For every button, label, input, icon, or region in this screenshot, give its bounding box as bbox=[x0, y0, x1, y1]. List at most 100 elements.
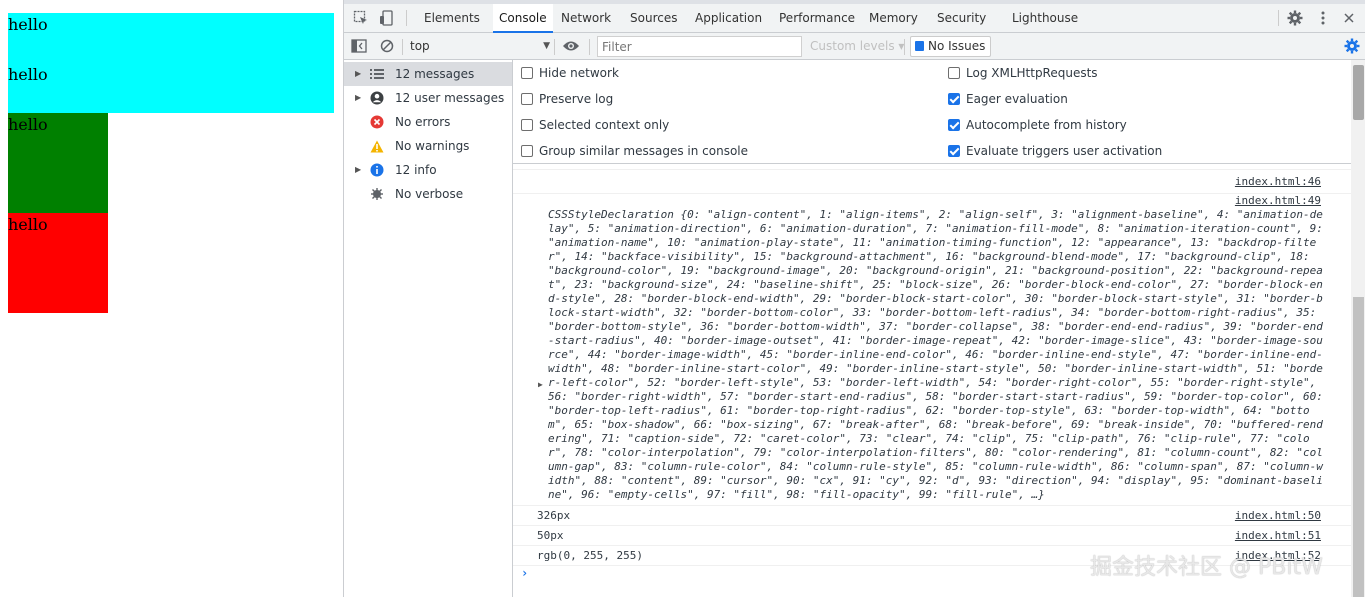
context-value: top bbox=[410, 39, 430, 53]
sidebar-item-messages[interactable]: ▶ 12 messages bbox=[344, 62, 512, 86]
sidebar-toggle-icon[interactable] bbox=[348, 35, 370, 57]
custom-levels-dropdown[interactable]: Custom levels ▾ bbox=[810, 37, 904, 56]
source-link[interactable]: index.html:49 bbox=[1235, 194, 1321, 207]
kebab-menu-icon[interactable] bbox=[1312, 7, 1334, 29]
green-box: hello bbox=[8, 113, 108, 213]
sidebar-item-label: 12 info bbox=[395, 163, 437, 177]
eye-icon[interactable] bbox=[560, 35, 582, 57]
message-text: 326px bbox=[537, 509, 571, 522]
devtools-tab-bar: Elements Console Network Sources Applica… bbox=[344, 4, 1365, 33]
sidebar-item-user-messages[interactable]: ▶ 12 user messages bbox=[344, 86, 512, 110]
clear-console-icon[interactable] bbox=[376, 35, 398, 57]
issues-button[interactable]: No Issues bbox=[910, 36, 992, 57]
console-message: 50px index.html:51 bbox=[513, 526, 1351, 546]
scroll-thumb[interactable] bbox=[1353, 297, 1364, 597]
css-style-declaration-output[interactable]: CSSStyleDeclaration {0: "align-content",… bbox=[548, 208, 1328, 502]
settings-scroll-thumb[interactable] bbox=[1353, 65, 1364, 120]
setting-label: Autocomplete from history bbox=[966, 118, 1127, 132]
context-select[interactable]: top ▼ bbox=[410, 37, 550, 56]
hello-text: hello bbox=[8, 215, 48, 234]
console-scrollbar[interactable] bbox=[1351, 60, 1365, 597]
sidebar-item-errors[interactable]: No errors bbox=[344, 110, 512, 134]
tab-security[interactable]: Security bbox=[935, 4, 988, 32]
checkbox-checked[interactable] bbox=[948, 93, 960, 105]
setting-label: Preserve log bbox=[539, 92, 614, 106]
tab-memory[interactable]: Memory bbox=[867, 4, 920, 32]
tab-sources[interactable]: Sources bbox=[628, 4, 679, 32]
tab-application[interactable]: Application bbox=[693, 4, 764, 32]
setting-label: Hide network bbox=[539, 66, 619, 80]
filter-input[interactable] bbox=[597, 36, 802, 57]
source-link[interactable]: index.html:50 bbox=[1235, 509, 1321, 522]
watermark: 掘金技术社区 @ PBitW bbox=[1090, 555, 1323, 580]
setting-label: Group similar messages in console bbox=[539, 144, 748, 158]
tab-divider bbox=[1278, 10, 1279, 26]
cyan-box: hello hello bbox=[8, 13, 334, 113]
sidebar-item-label: 12 messages bbox=[395, 67, 475, 81]
hello-text: hello bbox=[8, 65, 48, 84]
hello-text: hello bbox=[8, 115, 48, 134]
checkbox-checked[interactable] bbox=[948, 119, 960, 131]
clipped-message-row bbox=[513, 164, 1351, 170]
settings-gear-icon[interactable] bbox=[1284, 7, 1306, 29]
console-messages: index.html:46 index.html:49 ▶ CSSStyleDe… bbox=[513, 164, 1351, 597]
toolbar-divider bbox=[402, 39, 403, 55]
checkbox[interactable] bbox=[521, 67, 533, 79]
console-settings-gear-icon[interactable] bbox=[1341, 35, 1363, 57]
expand-triangle-icon: ▶ bbox=[355, 69, 362, 78]
user-icon bbox=[370, 91, 384, 105]
checkbox-checked[interactable] bbox=[948, 145, 960, 157]
source-link[interactable]: index.html:51 bbox=[1235, 529, 1321, 542]
tab-network[interactable]: Network bbox=[559, 4, 613, 32]
expand-triangle-icon: ▶ bbox=[355, 165, 362, 174]
sidebar-item-label: No warnings bbox=[395, 139, 470, 153]
issues-label: No Issues bbox=[928, 39, 986, 53]
sidebar-item-label: 12 user messages bbox=[395, 91, 505, 105]
toolbar-divider bbox=[554, 39, 555, 55]
list-icon bbox=[370, 67, 384, 81]
info-icon bbox=[370, 163, 384, 177]
message-text: rgb(0, 255, 255) bbox=[537, 549, 643, 562]
sidebar-item-info[interactable]: ▶ 12 info bbox=[344, 158, 512, 182]
sidebar-item-label: No verbose bbox=[395, 187, 464, 201]
console-message: 326px index.html:50 bbox=[513, 506, 1351, 526]
toolbar-divider bbox=[904, 39, 905, 55]
message-text: 50px bbox=[537, 529, 564, 542]
close-icon[interactable] bbox=[1338, 7, 1360, 29]
console-prompt-icon[interactable]: › bbox=[521, 566, 528, 580]
sidebar-item-verbose[interactable]: No verbose bbox=[344, 182, 512, 206]
checkbox[interactable] bbox=[521, 145, 533, 157]
setting-label: Evaluate triggers user activation bbox=[966, 144, 1163, 158]
issues-icon bbox=[915, 41, 924, 51]
error-icon bbox=[370, 115, 384, 129]
inspect-icon[interactable] bbox=[350, 7, 372, 29]
checkbox[interactable] bbox=[948, 67, 960, 79]
page-preview: hello hello hello hello bbox=[0, 0, 343, 597]
expand-triangle-icon: ▶ bbox=[355, 93, 362, 102]
setting-label: Eager evaluation bbox=[966, 92, 1068, 106]
checkbox[interactable] bbox=[521, 119, 533, 131]
warning-icon bbox=[370, 139, 384, 153]
tab-lighthouse[interactable]: Lighthouse bbox=[1010, 4, 1080, 32]
console-message: index.html:46 bbox=[513, 172, 1351, 194]
console-sidebar: ▶ 12 messages ▶ 12 user messages No erro… bbox=[344, 60, 513, 597]
source-link[interactable]: index.html:46 bbox=[1235, 175, 1321, 188]
checkbox[interactable] bbox=[521, 93, 533, 105]
sidebar-item-warnings[interactable]: No warnings bbox=[344, 134, 512, 158]
tab-performance[interactable]: Performance bbox=[777, 4, 857, 32]
devtools-panel: Elements Console Network Sources Applica… bbox=[343, 0, 1365, 597]
toolbar-divider bbox=[589, 39, 590, 55]
bug-icon bbox=[370, 187, 384, 201]
expand-object-triangle-icon[interactable]: ▶ bbox=[538, 380, 543, 389]
tab-console[interactable]: Console bbox=[493, 4, 553, 33]
tab-divider bbox=[406, 10, 407, 26]
device-toolbar-icon[interactable] bbox=[376, 7, 398, 29]
sidebar-item-label: No errors bbox=[395, 115, 451, 129]
hello-text: hello bbox=[8, 15, 48, 34]
console-settings-pane: Hide network Preserve log Selected conte… bbox=[513, 60, 1365, 164]
chevron-down-icon: ▼ bbox=[543, 41, 550, 51]
tab-elements[interactable]: Elements bbox=[422, 4, 482, 32]
red-box: hello bbox=[8, 213, 108, 313]
setting-label: Log XMLHttpRequests bbox=[966, 66, 1098, 80]
setting-label: Selected context only bbox=[539, 118, 670, 132]
